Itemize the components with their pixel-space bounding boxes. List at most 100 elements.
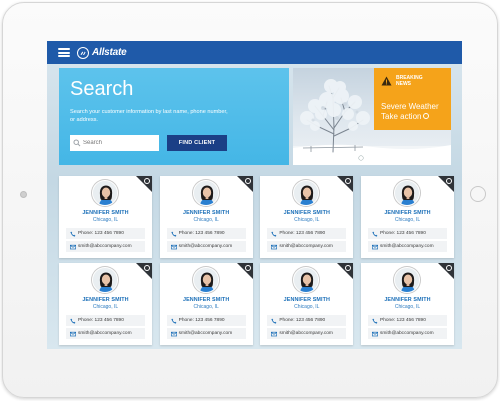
search-input[interactable] [70, 135, 159, 151]
client-card[interactable]: JENNIFER SMITH Chicago, IL Phone: 123 456 … [361, 263, 454, 345]
allstate-hands-logo [77, 46, 89, 59]
search-panel: Search Search your customer information … [59, 68, 289, 165]
envelope-icon [271, 331, 278, 336]
take-action-label: Take action [381, 112, 422, 121]
client-name[interactable]: JENNIFER SMITH [59, 210, 152, 216]
phone-row[interactable]: Phone: 123 456 7890 [166, 228, 246, 239]
info-icon[interactable] [446, 265, 452, 271]
email-address: smith@abccompany.com [279, 244, 333, 249]
news-carousel[interactable]: BREAKING NEWS Severe Weather Take action [293, 68, 451, 165]
client-city: Chicago, IL [394, 217, 421, 223]
client-card[interactable]: JENNIFER SMITH Chicago, IL Phone: 123 456 … [59, 263, 152, 345]
breaking-news-box[interactable]: BREAKING NEWS Severe Weather Take action [374, 68, 451, 130]
headline-line1: Severe Weather [381, 102, 439, 111]
info-icon[interactable] [144, 178, 150, 184]
email-address: smith@abccompany.com [178, 331, 233, 336]
phone-number: Phone: 123 456 7890 [380, 231, 426, 236]
phone-icon [372, 231, 378, 237]
email-row[interactable]: smith@abccompany.com [368, 241, 447, 252]
client-city: Chicago, IL [92, 304, 119, 310]
carousel-dot[interactable] [359, 156, 363, 160]
phone-row[interactable]: Phone: 123 456 7890 [66, 315, 145, 326]
camera [20, 191, 27, 198]
client-card[interactable]: JENNIFER SMITH Chicago, IL Phone: 123 456 … [159, 176, 253, 258]
search-icon [73, 139, 81, 147]
carousel-dot[interactable] [380, 156, 384, 160]
envelope-icon [372, 331, 378, 336]
email-row[interactable]: smith@abccompany.com [66, 328, 145, 339]
client-name[interactable]: JENNIFER SMITH [59, 297, 152, 303]
breaking-news-label: BREAKING NEWS [396, 75, 423, 87]
carousel-dots [359, 156, 384, 160]
envelope-icon [372, 244, 378, 249]
phone-row[interactable]: Phone: 123 456 7890 [166, 315, 246, 326]
avatar [293, 267, 320, 293]
envelope-icon [70, 331, 76, 336]
client-name[interactable]: JENNIFER SMITH [361, 210, 454, 216]
home-button[interactable] [470, 186, 486, 202]
email-address: smith@abccompany.com [178, 244, 233, 249]
info-icon[interactable] [244, 178, 251, 184]
email-row[interactable]: smith@abccompany.com [166, 241, 246, 252]
phone-icon [271, 318, 277, 324]
phone-row[interactable]: Phone: 123 456 7890 [368, 315, 447, 326]
carousel-dot[interactable] [366, 156, 370, 160]
avatar [92, 180, 118, 206]
hamburger-menu-icon[interactable] [58, 48, 70, 57]
client-card[interactable]: JENNIFER SMITH Chicago, IL Phone: 123 456 … [260, 176, 354, 258]
avatar [192, 180, 219, 206]
news-headline: Severe Weather Take action [381, 102, 439, 122]
client-name[interactable]: JENNIFER SMITH [160, 210, 253, 216]
client-card[interactable]: JENNIFER SMITH Chicago, IL Phone: 123 456 … [260, 263, 354, 345]
client-name[interactable]: JENNIFER SMITH [260, 297, 353, 303]
phone-icon [372, 318, 378, 324]
email-row[interactable]: smith@abccompany.com [368, 328, 447, 339]
phone-icon [70, 318, 76, 324]
brand-name: Allstate [92, 47, 127, 58]
email-address: smith@abccompany.com [78, 331, 132, 336]
avatar [192, 267, 219, 293]
email-row[interactable]: smith@abccompany.com [166, 328, 246, 339]
top-bar: Allstate [47, 41, 462, 64]
email-address: smith@abccompany.com [380, 244, 434, 249]
app-screen: Allstate Search Search your customer inf… [47, 41, 462, 349]
carousel-dot[interactable] [373, 156, 377, 160]
tablet-frame: Allstate Search Search your customer inf… [2, 2, 498, 398]
email-row[interactable]: smith@abccompany.com [267, 241, 347, 252]
avatar [293, 180, 320, 206]
info-icon[interactable] [244, 265, 251, 271]
email-address: smith@abccompany.com [279, 331, 333, 336]
email-row[interactable]: smith@abccompany.com [66, 241, 145, 252]
email-address: smith@abccompany.com [380, 331, 434, 336]
phone-number: Phone: 123 456 7890 [78, 318, 124, 323]
info-icon[interactable] [144, 265, 150, 271]
client-card[interactable]: JENNIFER SMITH Chicago, IL Phone: 123 456 … [159, 263, 253, 345]
brand-logo[interactable]: Allstate [77, 46, 127, 59]
envelope-icon [170, 331, 177, 336]
avatar [394, 180, 420, 206]
search-description: Search your customer information by last… [70, 109, 228, 123]
client-city: Chicago, IL [394, 304, 421, 310]
client-name[interactable]: JENNIFER SMITH [160, 297, 253, 303]
client-card[interactable]: JENNIFER SMITH Chicago, IL Phone: 123 456 … [361, 176, 454, 258]
take-action-link[interactable]: Take action [381, 112, 439, 122]
client-city: Chicago, IL [294, 217, 320, 223]
phone-number: Phone: 123 456 7890 [178, 318, 225, 323]
breaking-news-line2: NEWS [396, 81, 411, 87]
phone-number: Phone: 123 456 7890 [380, 318, 426, 323]
phone-icon [171, 231, 177, 237]
phone-row[interactable]: Phone: 123 456 7890 [267, 228, 347, 239]
client-card[interactable]: JENNIFER SMITH Chicago, IL Phone: 123 456 … [59, 176, 152, 258]
client-name[interactable]: JENNIFER SMITH [260, 210, 353, 216]
phone-row[interactable]: Phone: 123 456 7890 [368, 228, 447, 239]
envelope-icon [170, 244, 177, 249]
phone-row[interactable]: Phone: 123 456 7890 [66, 228, 145, 239]
phone-row[interactable]: Phone: 123 456 7890 [267, 315, 347, 326]
client-name[interactable]: JENNIFER SMITH [361, 297, 454, 303]
phone-number: Phone: 123 456 7890 [78, 231, 124, 236]
email-row[interactable]: smith@abccompany.com [267, 328, 347, 339]
client-city: Chicago, IL [193, 217, 219, 223]
avatar [394, 267, 420, 293]
find-client-button[interactable]: FIND CLIENT [167, 135, 227, 151]
info-icon[interactable] [446, 178, 452, 184]
